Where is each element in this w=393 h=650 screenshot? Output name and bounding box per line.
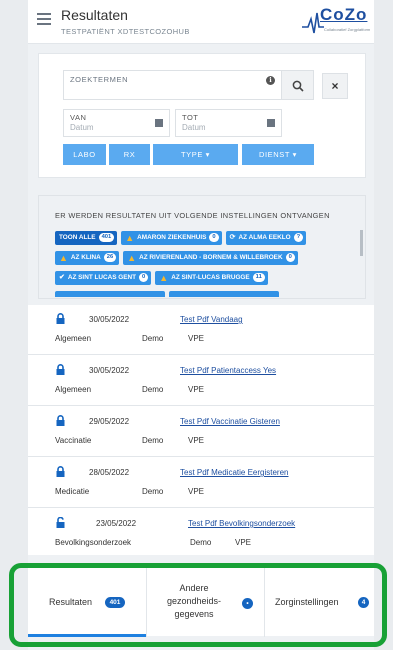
result-row[interactable]: 23/05/2022 Test Pdf Bevolkingsonderzoek … xyxy=(28,509,374,555)
labo-button[interactable]: LABO xyxy=(63,144,106,165)
result-row[interactable]: 30/05/2022 Test Pdf Vandaag Algemeen Dem… xyxy=(28,305,374,355)
rx-button[interactable]: RX xyxy=(109,144,150,165)
chip-toon-alle[interactable]: TOON ALLE 401 xyxy=(55,231,118,245)
result-title-link[interactable]: Test Pdf Patientaccess Yes xyxy=(180,366,276,375)
search-input-label: ZOEKTERMEN xyxy=(70,75,129,84)
logo-text: CoZo xyxy=(320,5,368,24)
logo-subtext: Collaboratief Zorgplatform xyxy=(324,27,371,32)
result-source: Demo xyxy=(142,487,164,496)
result-source: Demo xyxy=(142,334,164,343)
search-input[interactable]: ZOEKTERMEN i xyxy=(63,70,282,100)
patient-name: TESTPATIËNT XDTESTCOZOHUB xyxy=(61,27,190,36)
warning-icon: ▲ xyxy=(159,273,169,283)
page-title: Resultaten xyxy=(61,7,128,23)
magnifier-icon xyxy=(292,80,304,92)
hamburger-icon[interactable] xyxy=(37,13,51,25)
chip-count: 0 xyxy=(209,233,219,242)
warning-icon: ▲ xyxy=(127,253,137,263)
type-dropdown[interactable]: TYPE ▾ xyxy=(153,144,238,165)
chip-count: 0 xyxy=(285,253,295,262)
result-category: Vaccinatie xyxy=(55,436,92,445)
result-type: VPE xyxy=(188,487,205,496)
from-date-placeholder: Datum xyxy=(70,123,94,132)
lock-icon xyxy=(56,313,65,324)
chip-clipped[interactable] xyxy=(169,291,279,297)
lock-icon xyxy=(56,364,65,375)
result-source: Demo xyxy=(142,385,164,394)
chip-clipped[interactable] xyxy=(55,291,165,297)
result-type: VPE xyxy=(235,538,252,547)
dienst-dropdown[interactable]: DIENST ▾ xyxy=(242,144,314,165)
result-category: Algemeen xyxy=(55,385,92,394)
chip-amaron[interactable]: ▲ AMARON ZIEKENHUIS 0 xyxy=(121,231,222,245)
result-source: Demo xyxy=(190,538,212,547)
result-date: 23/05/2022 xyxy=(96,519,137,528)
result-category: Bevolkingsonderzoek xyxy=(55,538,132,547)
info-icon[interactable]: i xyxy=(266,76,275,85)
search-panel: ZOEKTERMEN i × VAN Datum TOT Datum LABO … xyxy=(38,53,366,178)
result-date: 29/05/2022 xyxy=(89,417,130,426)
result-type: VPE xyxy=(188,385,205,394)
clear-button[interactable]: × xyxy=(322,73,348,99)
result-row[interactable]: 28/05/2022 Test Pdf Medicatie Eergistere… xyxy=(28,458,374,508)
chip-az-klina[interactable]: ▲ AZ KLINA 26 xyxy=(55,251,120,265)
result-category: Algemeen xyxy=(55,334,92,343)
chip-az-alma[interactable]: ⟳ AZ ALMA EEKLO? xyxy=(225,231,307,245)
result-type: VPE xyxy=(188,436,205,445)
lock-icon xyxy=(56,466,65,477)
spinner-icon: ⟳ xyxy=(229,234,236,241)
unlock-icon xyxy=(56,517,65,528)
result-title-link[interactable]: Test Pdf Vandaag xyxy=(180,315,243,324)
result-title-link[interactable]: Test Pdf Vaccinatie Gisteren xyxy=(180,417,280,426)
warning-icon: ▲ xyxy=(59,253,68,263)
result-row[interactable]: 30/05/2022 Test Pdf Patientaccess Yes Al… xyxy=(28,356,374,406)
institutions-panel: ER WERDEN RESULTATEN UIT VOLGENDE INSTEL… xyxy=(38,195,366,299)
result-type: VPE xyxy=(188,334,205,343)
tab-highlight-frame xyxy=(0,558,393,650)
chip-count: ? xyxy=(293,233,304,242)
check-icon: ✔ xyxy=(59,274,65,281)
chip-count: 26 xyxy=(103,253,117,262)
result-source: Demo xyxy=(142,436,164,445)
institutions-scrollbar[interactable] xyxy=(360,230,363,256)
chip-count: 11 xyxy=(252,273,265,282)
result-title-link[interactable]: Test Pdf Medicatie Eergisteren xyxy=(180,468,289,477)
chip-row-clipped xyxy=(55,291,357,297)
highlight-border xyxy=(9,563,387,647)
to-date-placeholder: Datum xyxy=(182,123,206,132)
cozo-logo: CoZo Collaboratief Zorgplatform xyxy=(302,5,370,36)
chip-az-sint-lucas-gent[interactable]: ✔ AZ SINT LUCAS GENT 0 xyxy=(55,271,152,285)
chip-count: 401 xyxy=(98,233,115,242)
result-date: 28/05/2022 xyxy=(89,468,130,477)
warning-icon: ▲ xyxy=(125,233,135,243)
result-title-link[interactable]: Test Pdf Bevolkingsonderzoek xyxy=(188,519,295,528)
result-row[interactable]: 29/05/2022 Test Pdf Vaccinatie Gisteren … xyxy=(28,407,374,457)
app-header: Resultaten TESTPATIËNT XDTESTCOZOHUB CoZ… xyxy=(28,0,374,44)
chip-az-sint-lucas-brugge[interactable]: ▲ AZ SINT-LUCAS BRUGGE 11 xyxy=(155,271,268,285)
search-button[interactable] xyxy=(282,70,314,100)
calendar-icon[interactable] xyxy=(155,119,163,127)
calendar-icon[interactable] xyxy=(267,119,275,127)
result-date: 30/05/2022 xyxy=(89,315,130,324)
institutions-header: ER WERDEN RESULTATEN UIT VOLGENDE INSTEL… xyxy=(55,211,330,220)
to-date-field[interactable]: TOT Datum xyxy=(175,109,282,137)
result-category: Medicatie xyxy=(55,487,90,496)
from-date-label: VAN xyxy=(70,113,87,122)
to-date-label: TOT xyxy=(182,113,199,122)
results-list: 30/05/2022 Test Pdf Vandaag Algemeen Dem… xyxy=(28,305,374,555)
from-date-field[interactable]: VAN Datum xyxy=(63,109,170,137)
chip-az-rivierenland[interactable]: ▲ AZ RIVIERENLAND - BORNEM & WILLEBROEK 0 xyxy=(123,251,298,265)
chip-count: 0 xyxy=(139,273,149,282)
app-container: Resultaten TESTPATIËNT XDTESTCOZOHUB CoZ… xyxy=(28,0,374,650)
result-date: 30/05/2022 xyxy=(89,366,130,375)
lock-icon xyxy=(56,415,65,426)
institution-chips: TOON ALLE 401 ▲ AMARON ZIEKENHUIS 0 ⟳ AZ ALMA … xyxy=(55,231,357,298)
